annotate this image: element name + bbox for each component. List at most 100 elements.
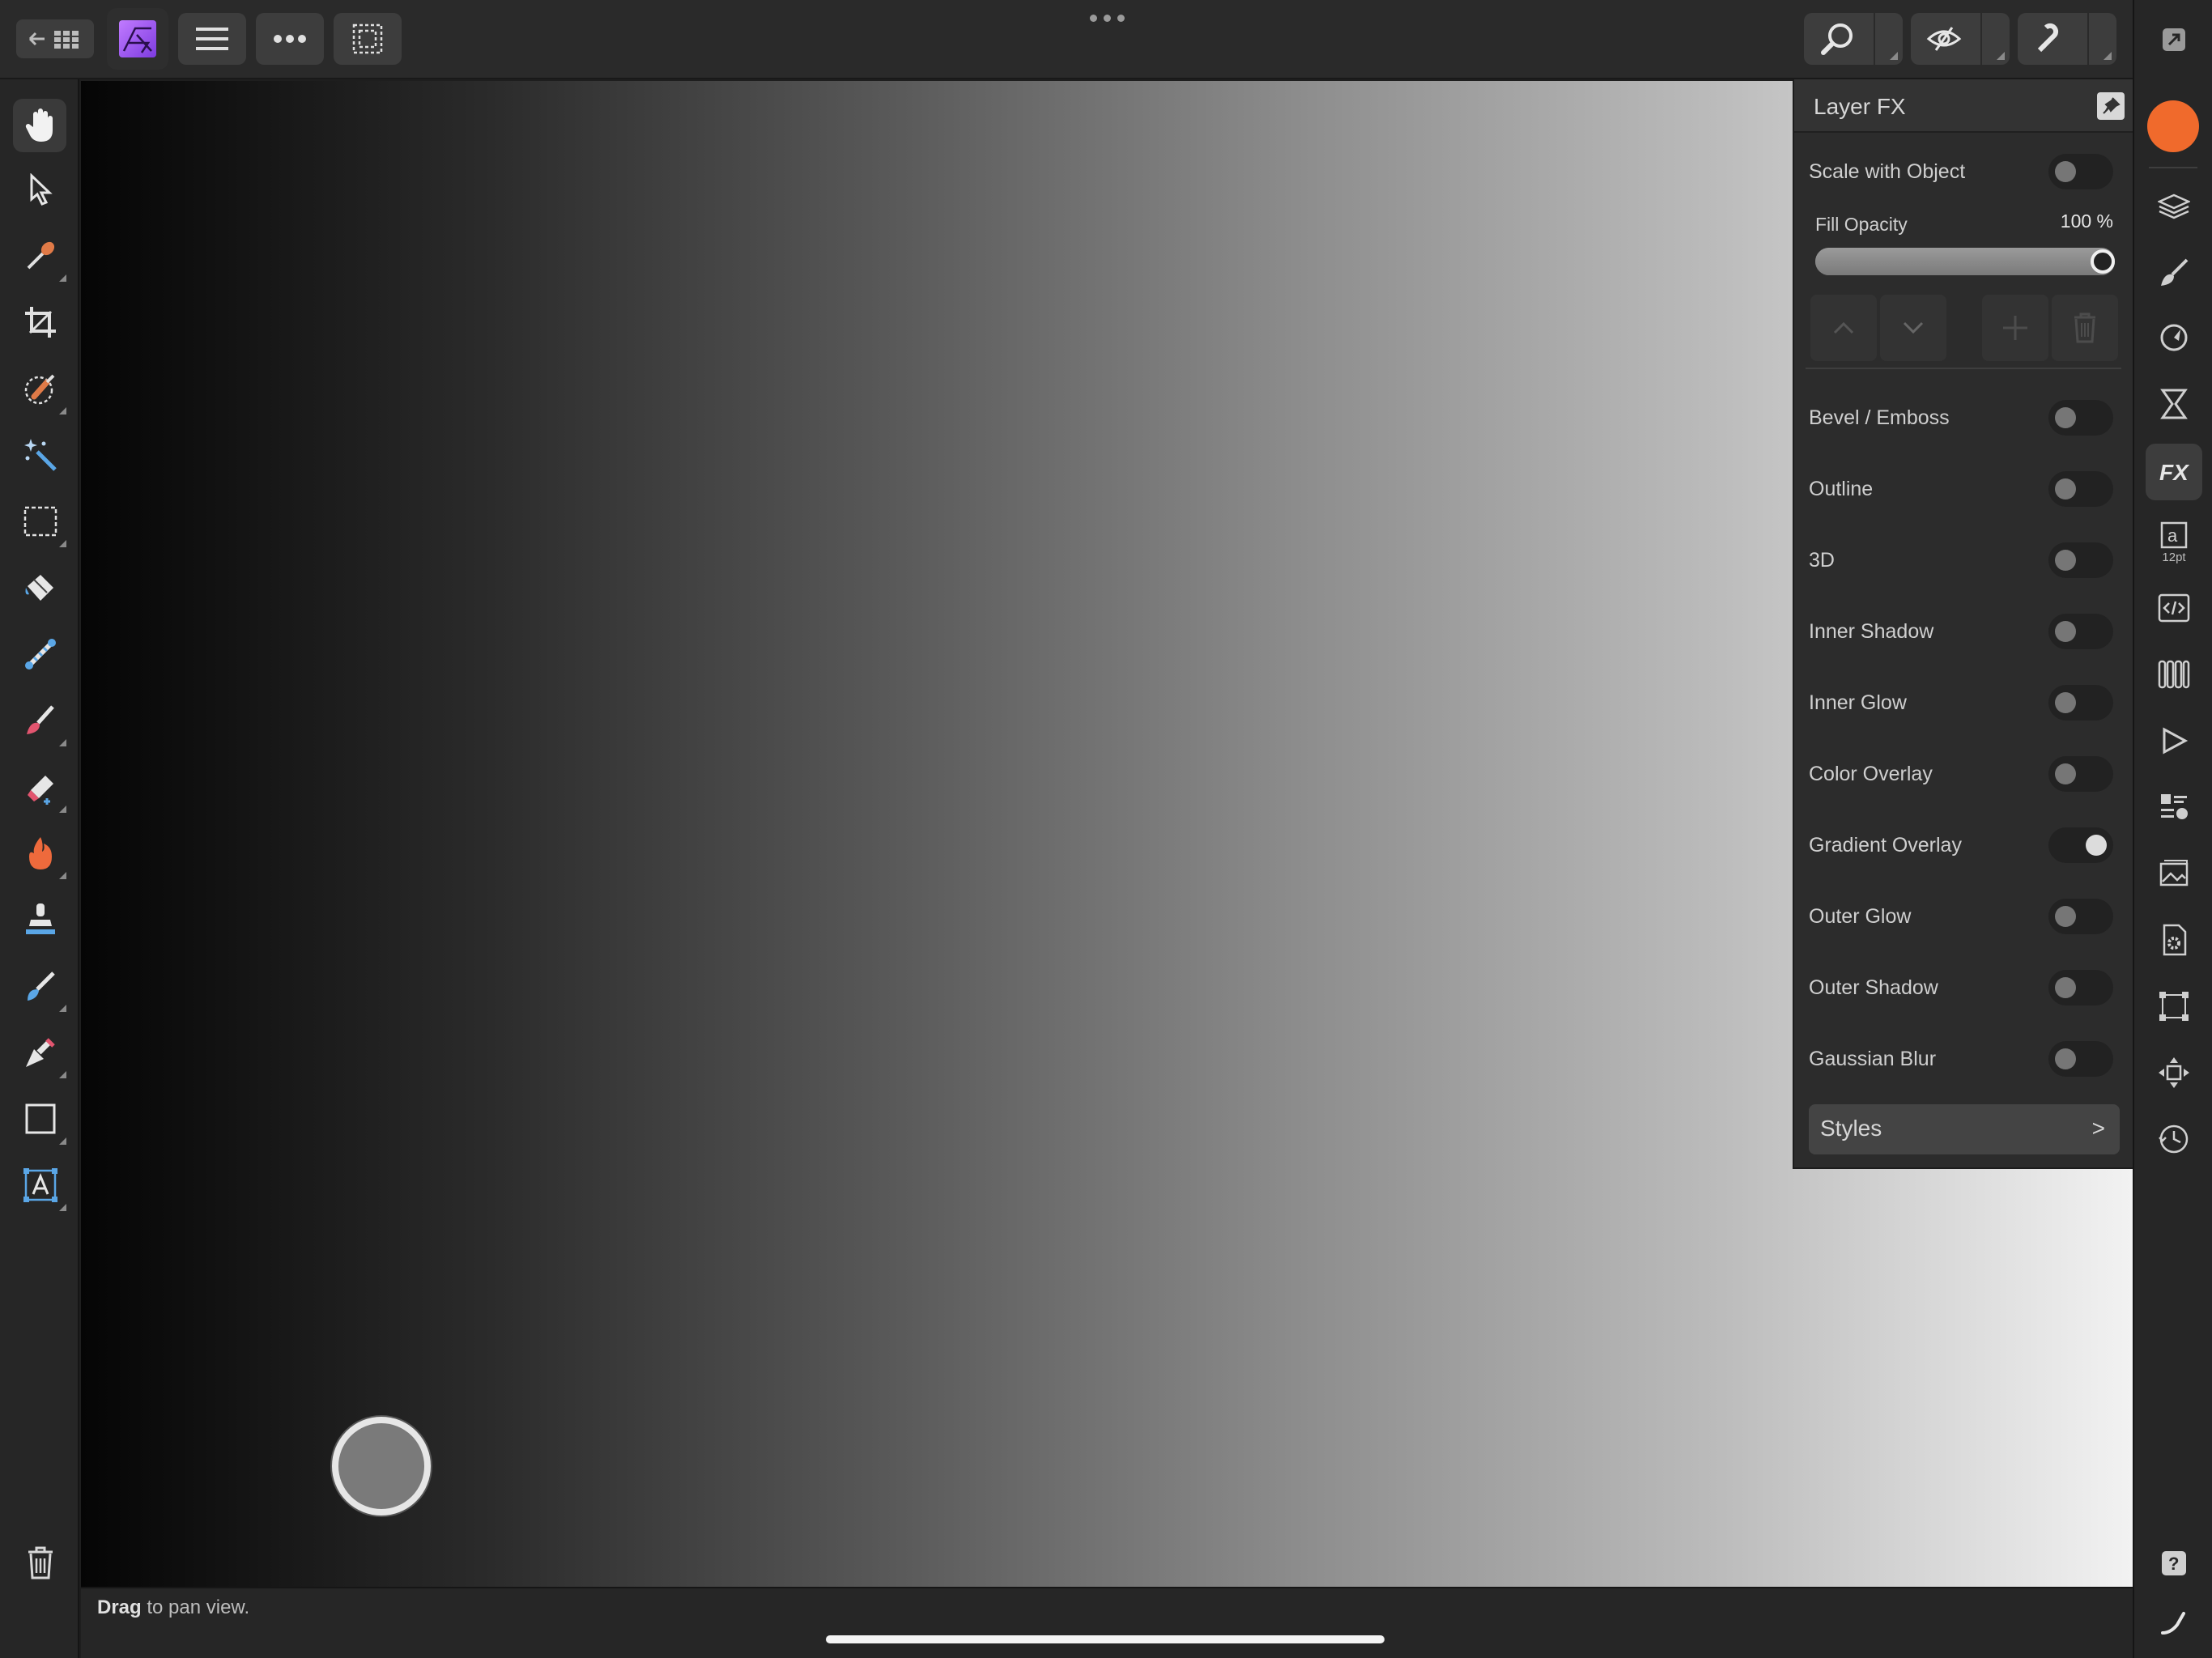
- studio-transform-button[interactable]: [2146, 978, 2202, 1035]
- view-mode-context-button[interactable]: [1911, 13, 2010, 65]
- rectangular-marquee-tool[interactable]: [19, 500, 66, 547]
- paint-brush-icon: [27, 705, 54, 734]
- move-effect-up-button[interactable]: [1810, 295, 1877, 361]
- list-settings-icon: [2161, 794, 2188, 819]
- studio-history-list-button[interactable]: [2146, 779, 2202, 835]
- outer-glow-label[interactable]: Outer Glow: [1809, 905, 1911, 929]
- studio-swatches-button[interactable]: [2146, 646, 2202, 703]
- selection-brush-tool[interactable]: [19, 368, 66, 414]
- 3d-label[interactable]: 3D: [1809, 549, 1835, 572]
- inner-shadow-toggle[interactable]: [2048, 614, 2113, 649]
- studio-history-button[interactable]: [2146, 1111, 2202, 1167]
- gaussian-blur-label[interactable]: Gaussian Blur: [1809, 1048, 1936, 1071]
- 3d-toggle[interactable]: [2048, 542, 2113, 578]
- studio-brushes-button[interactable]: [2146, 244, 2202, 301]
- flood-fill-tool[interactable]: [19, 567, 62, 609]
- brush-cursor-icon[interactable]: [332, 1417, 431, 1516]
- scale-with-object-label: Scale with Object: [1809, 160, 1966, 183]
- smudge-icon: [28, 971, 55, 1001]
- pen-tool[interactable]: [19, 1031, 66, 1078]
- color-picker-tool[interactable]: [19, 235, 66, 282]
- outer-glow-toggle[interactable]: [2048, 899, 2113, 934]
- primary-color-swatch[interactable]: [2147, 100, 2199, 152]
- paint-brush-tool[interactable]: [19, 699, 66, 746]
- studio-divider: [2149, 167, 2197, 168]
- dodge-brush-tool[interactable]: [19, 832, 66, 879]
- studio-live-filters-button[interactable]: [2146, 376, 2202, 432]
- hand-icon: [25, 108, 53, 142]
- scale-with-object-toggle[interactable]: [2048, 154, 2113, 189]
- window-collapse-icon: [2163, 28, 2185, 51]
- color-overlay-label[interactable]: Color Overlay: [1809, 763, 1933, 786]
- outer-shadow-toggle[interactable]: [2048, 970, 2113, 1005]
- gradient-overlay-label[interactable]: Gradient Overlay: [1809, 834, 1962, 857]
- studio-adjustments-button[interactable]: [2146, 309, 2202, 366]
- crop-tool[interactable]: [19, 301, 62, 343]
- zoom-context-button[interactable]: [1804, 13, 1903, 65]
- styles-button[interactable]: Styles >: [1809, 1104, 2120, 1154]
- bevel-emboss-toggle[interactable]: [2048, 400, 2113, 436]
- paint-bucket-icon: [25, 575, 53, 601]
- gradient-tool[interactable]: [19, 633, 62, 675]
- back-to-gallery-button[interactable]: [16, 19, 94, 58]
- inner-glow-label[interactable]: Inner Glow: [1809, 691, 1907, 715]
- zoom-options-arrow[interactable]: [1874, 13, 1903, 65]
- selection-brush-icon: [24, 374, 55, 405]
- snapping-options-arrow[interactable]: [2087, 13, 2116, 65]
- ellipsis-icon: [274, 35, 306, 43]
- delete-effect-button[interactable]: [2052, 295, 2118, 361]
- view-mode-options-arrow[interactable]: [1980, 13, 2010, 65]
- crop-icon: [25, 307, 56, 338]
- studio-layer-fx-button[interactable]: FX: [2146, 444, 2202, 500]
- erase-brush-tool[interactable]: [19, 766, 66, 813]
- inner-shadow-label[interactable]: Inner Shadow: [1809, 620, 1933, 644]
- clone-brush-tool[interactable]: [19, 899, 62, 941]
- fill-opacity-value: 100 %: [2060, 210, 2113, 232]
- snapping-context-button[interactable]: [2018, 13, 2116, 65]
- hamburger-menu-icon: [196, 28, 228, 50]
- studio-document-settings-button[interactable]: [2146, 912, 2202, 968]
- assistant-button[interactable]: [2146, 1593, 2202, 1650]
- bevel-emboss-label[interactable]: Bevel / Emboss: [1809, 406, 1950, 430]
- add-effect-button[interactable]: [1982, 295, 2048, 361]
- more-button[interactable]: [256, 13, 324, 65]
- affinity-persona-button[interactable]: [107, 8, 168, 70]
- fill-opacity-slider-handle[interactable]: [2091, 249, 2115, 274]
- view-tool[interactable]: [13, 99, 66, 152]
- inner-glow-toggle[interactable]: [2048, 685, 2113, 721]
- toggle-knob: [2055, 977, 2076, 998]
- outline-toggle[interactable]: [2048, 471, 2113, 507]
- smudge-brush-tool[interactable]: [19, 965, 66, 1012]
- gradient-overlay-toggle[interactable]: [2048, 827, 2113, 863]
- outer-shadow-label[interactable]: Outer Shadow: [1809, 976, 1938, 1000]
- gaussian-blur-toggle[interactable]: [2048, 1041, 2113, 1077]
- toggle-knob: [2055, 763, 2076, 784]
- image-stack-icon: [2159, 860, 2189, 886]
- selection-button[interactable]: [334, 13, 402, 65]
- studio-stock-button[interactable]: [2146, 845, 2202, 902]
- home-indicator[interactable]: [826, 1635, 1385, 1643]
- outline-label[interactable]: Outline: [1809, 478, 1873, 501]
- help-button[interactable]: ?: [2146, 1535, 2202, 1592]
- studio-macros-button[interactable]: [2146, 712, 2202, 769]
- gradient-icon: [25, 639, 56, 670]
- window-handle-icon[interactable]: [1090, 15, 1125, 22]
- toggle-knob: [2055, 478, 2076, 500]
- delete-layer-button[interactable]: [19, 1541, 62, 1584]
- status-hint: Drag to pan view.: [97, 1596, 249, 1619]
- pin-panel-button[interactable]: [2097, 92, 2125, 120]
- hide-ui-button[interactable]: [2146, 11, 2202, 68]
- studio-navigator-button[interactable]: [2146, 1044, 2202, 1101]
- fill-opacity-slider[interactable]: [1815, 248, 2115, 275]
- studio-source-button[interactable]: [2146, 580, 2202, 636]
- rectangle-tool[interactable]: [19, 1098, 66, 1145]
- fill-opacity-label: Fill Opacity: [1815, 214, 1908, 235]
- move-tool[interactable]: [19, 168, 62, 210]
- move-effect-down-button[interactable]: [1880, 295, 1946, 361]
- studio-layers-button[interactable]: [2146, 178, 2202, 235]
- studio-character-button[interactable]: a 12pt: [2146, 510, 2202, 575]
- color-overlay-toggle[interactable]: [2048, 756, 2113, 792]
- flood-select-tool[interactable]: [19, 434, 62, 476]
- menu-button[interactable]: [178, 13, 246, 65]
- artistic-text-tool[interactable]: [19, 1164, 66, 1211]
